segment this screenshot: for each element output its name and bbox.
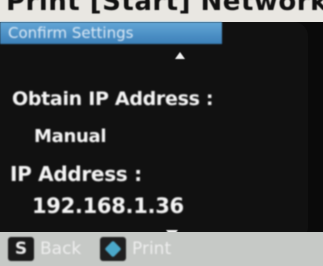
obtain-ip-value: Manual <box>34 126 107 147</box>
print-diamond-icon <box>100 237 126 261</box>
obtain-ip-label: Obtain IP Address : <box>12 88 214 110</box>
back-button[interactable]: S Back <box>8 236 81 262</box>
caption-strip: Print [Start] Network <box>0 0 323 22</box>
caption-text: Print [Start] Network <box>6 0 323 17</box>
scroll-up-icon[interactable] <box>175 52 185 59</box>
title-bar: Confirm Settings <box>0 22 222 44</box>
print-label: Print <box>132 239 172 259</box>
back-key-icon: S <box>8 237 34 261</box>
back-label: Back <box>40 239 82 259</box>
lcd-screen: Confirm Settings Obtain IP Address : Man… <box>0 22 323 238</box>
screen-title: Confirm Settings <box>8 24 134 42</box>
ip-address-label: IP Address : <box>10 162 142 186</box>
print-button[interactable]: Print <box>100 236 171 262</box>
footer-bar: S Back Print <box>0 232 323 266</box>
ip-address-value: 192.168.1.36 <box>32 194 184 218</box>
